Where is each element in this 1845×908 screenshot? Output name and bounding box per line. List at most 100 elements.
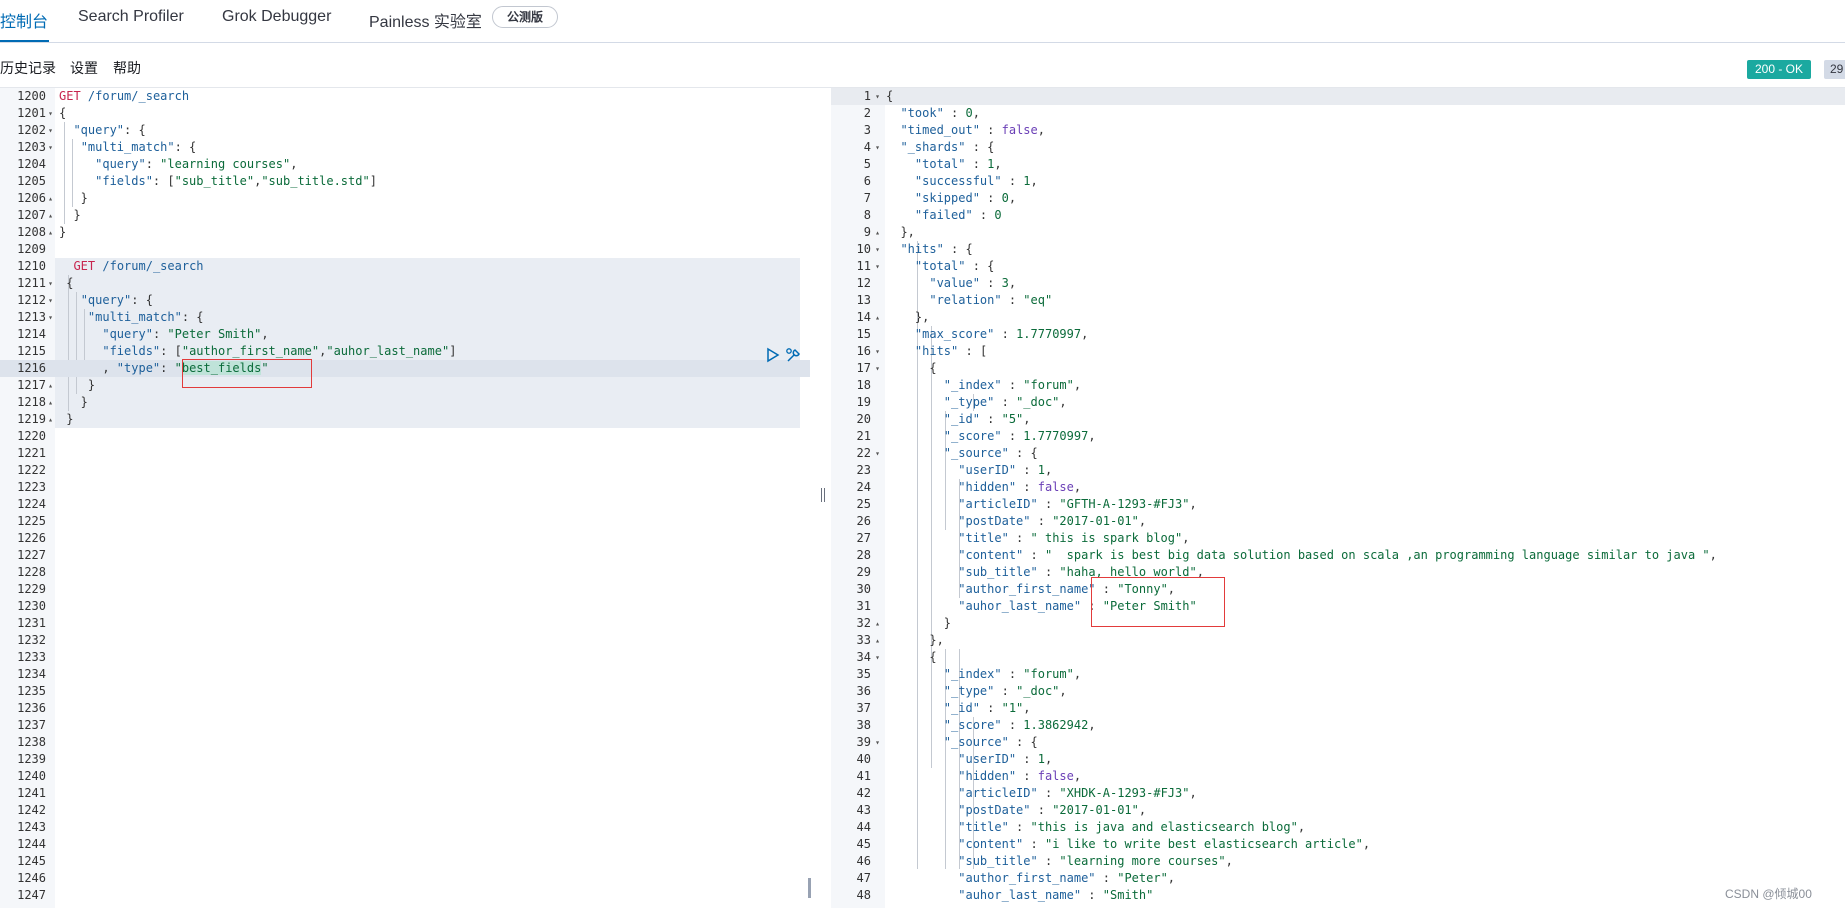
code-line[interactable]: 43 "postDate" : "2017-01-01", <box>831 802 1845 819</box>
fold-toggle-icon[interactable]: ▴ <box>46 224 55 241</box>
code-line[interactable]: 1206 ▴ } <box>0 190 810 207</box>
response-editor[interactable]: 1 ▾{2 "took" : 0, 3 "timed_out" : false, 4 ▾… <box>831 88 1845 908</box>
code-line[interactable]: 1234 <box>0 666 810 683</box>
code-line[interactable]: 1210 GET /forum/_search <box>0 258 810 275</box>
code-line[interactable]: 23 "userID" : 1, <box>831 462 1845 479</box>
code-line[interactable]: 1230 <box>0 598 810 615</box>
fold-toggle-icon[interactable]: ▾ <box>46 292 55 309</box>
code-line[interactable]: 26 "postDate" : "2017-01-01", <box>831 513 1845 530</box>
code-line[interactable]: 1223 <box>0 479 810 496</box>
code-line[interactable]: 37 "_id" : "1", <box>831 700 1845 717</box>
code-line[interactable]: 45 "content" : "i like to write best ela… <box>831 836 1845 853</box>
code-line[interactable]: 1203 ▾ "multi_match": { <box>0 139 810 156</box>
code-line[interactable]: 14 ▴ }, <box>831 309 1845 326</box>
code-line[interactable]: 1208 ▴} <box>0 224 810 241</box>
code-line[interactable]: 24 "hidden" : false, <box>831 479 1845 496</box>
help-link[interactable]: 帮助 <box>113 58 141 78</box>
code-line[interactable]: 1215 "fields": ["author_first_name","auh… <box>0 343 810 360</box>
code-line[interactable]: 1207 ▴ } <box>0 207 810 224</box>
code-line[interactable]: 1239 <box>0 751 810 768</box>
code-line[interactable]: 17 ▾ { <box>831 360 1845 377</box>
code-line[interactable]: 11 ▾ "total" : { <box>831 258 1845 275</box>
wrench-icon[interactable] <box>785 347 802 367</box>
fold-toggle-icon[interactable]: ▾ <box>46 105 55 122</box>
tab-console[interactable]: 控制台 <box>0 8 48 32</box>
code-line[interactable]: 48 "auhor_last_name" : "Smith" <box>831 887 1845 904</box>
tab-grok-debugger[interactable]: Grok Debugger <box>222 8 331 26</box>
code-line[interactable]: 1213 ▾ "multi_match": { <box>0 309 810 326</box>
code-line[interactable]: 1245 <box>0 853 810 870</box>
fold-toggle-icon[interactable]: ▴ <box>46 411 55 428</box>
code-line[interactable]: 1222 <box>0 462 810 479</box>
fold-toggle-icon[interactable]: ▾ <box>873 139 882 156</box>
panel-resizer[interactable] <box>820 488 828 506</box>
code-line[interactable]: 1200 GET /forum/_search <box>0 88 810 105</box>
tab-search-profiler[interactable]: Search Profiler <box>78 8 184 26</box>
code-line[interactable]: 2 "took" : 0, <box>831 105 1845 122</box>
code-line[interactable]: 42 "articleID" : "XHDK-A-1293-#FJ3", <box>831 785 1845 802</box>
code-line[interactable]: 1237 <box>0 717 810 734</box>
code-line[interactable]: 31 "auhor_last_name" : "Peter Smith" <box>831 598 1845 615</box>
fold-toggle-icon[interactable]: ▾ <box>46 309 55 326</box>
code-line[interactable]: 35 "_index" : "forum", <box>831 666 1845 683</box>
history-link[interactable]: 历史记录 <box>0 58 56 78</box>
code-line[interactable]: 1221 <box>0 445 810 462</box>
code-line[interactable]: 1231 <box>0 615 810 632</box>
code-line[interactable]: 25 "articleID" : "GFTH-A-1293-#FJ3", <box>831 496 1845 513</box>
fold-toggle-icon[interactable]: ▾ <box>46 122 55 139</box>
code-line[interactable]: 32 ▴ } <box>831 615 1845 632</box>
fold-toggle-icon[interactable]: ▾ <box>873 241 882 258</box>
code-line[interactable]: 7 "skipped" : 0, <box>831 190 1845 207</box>
code-line[interactable]: 1217 ▴ } <box>0 377 810 394</box>
code-line[interactable]: 9 ▴ }, <box>831 224 1845 241</box>
code-line[interactable]: 15 "max_score" : 1.7770997, <box>831 326 1845 343</box>
play-icon[interactable] <box>766 347 780 366</box>
code-line[interactable]: 22 ▾ "_source" : { <box>831 445 1845 462</box>
code-line[interactable]: 1219 ▴ } <box>0 411 810 428</box>
code-line[interactable]: 39 ▾ "_source" : { <box>831 734 1845 751</box>
code-line[interactable]: 1235 <box>0 683 810 700</box>
fold-toggle-icon[interactable]: ▴ <box>873 615 882 632</box>
code-line[interactable]: 33 ▴ }, <box>831 632 1845 649</box>
code-line[interactable]: 1233 <box>0 649 810 666</box>
code-line[interactable]: 29 "sub_title" : "haha, hello world", <box>831 564 1845 581</box>
code-line[interactable]: 40 "userID" : 1, <box>831 751 1845 768</box>
fold-toggle-icon[interactable]: ▾ <box>873 258 882 275</box>
code-line[interactable]: 19 "_type" : "_doc", <box>831 394 1845 411</box>
code-line[interactable]: 18 "_index" : "forum", <box>831 377 1845 394</box>
code-line[interactable]: 1224 <box>0 496 810 513</box>
code-line[interactable]: 1216 , "type": "best_fields" <box>0 360 810 377</box>
code-line[interactable]: 36 "_type" : "_doc", <box>831 683 1845 700</box>
request-editor[interactable]: 1200 GET /forum/_search 1201 ▾{1202 ▾ "query… <box>0 88 810 908</box>
code-line[interactable]: 1212 ▾ "query": { <box>0 292 810 309</box>
code-line[interactable]: 1240 <box>0 768 810 785</box>
code-line[interactable]: 1244 <box>0 836 810 853</box>
code-line[interactable]: 20 "_id" : "5", <box>831 411 1845 428</box>
code-line[interactable]: 4 ▾ "_shards" : { <box>831 139 1845 156</box>
code-line[interactable]: 27 "title" : " this is spark blog", <box>831 530 1845 547</box>
code-line[interactable]: 8 "failed" : 0 <box>831 207 1845 224</box>
code-line[interactable]: 1 ▾ { <box>831 88 1845 105</box>
code-line[interactable]: 1242 <box>0 802 810 819</box>
code-line[interactable]: 1228 <box>0 564 810 581</box>
fold-toggle-icon[interactable]: ▴ <box>46 207 55 224</box>
code-line[interactable]: 28 "content" : " spark is best big data … <box>831 547 1845 564</box>
code-line[interactable]: 30 "author_first_name" : "Tonny", <box>831 581 1845 598</box>
code-line[interactable]: 44 "title" : "this is java and elasticse… <box>831 819 1845 836</box>
code-line[interactable]: 1214 "query": "Peter Smith", <box>0 326 810 343</box>
fold-toggle-icon[interactable]: ▾ <box>873 343 882 360</box>
code-line[interactable]: 1209 <box>0 241 810 258</box>
code-line[interactable]: 1226 <box>0 530 810 547</box>
code-line[interactable]: 41 "hidden" : false, <box>831 768 1845 785</box>
code-line[interactable]: 34 ▾ { <box>831 649 1845 666</box>
code-line[interactable]: 12 "value" : 3, <box>831 275 1845 292</box>
code-line[interactable]: 1201 ▾ { <box>0 105 810 122</box>
fold-toggle-icon[interactable]: ▾ <box>873 734 882 751</box>
code-line[interactable]: 1236 <box>0 700 810 717</box>
code-line[interactable]: 21 "_score" : 1.7770997, <box>831 428 1845 445</box>
fold-toggle-icon[interactable]: ▴ <box>46 394 55 411</box>
request-scrollbar[interactable] <box>808 878 811 898</box>
fold-toggle-icon[interactable]: ▾ <box>873 360 882 377</box>
fold-toggle-icon[interactable]: ▴ <box>46 190 55 207</box>
code-line[interactable]: 1218 ▴ } <box>0 394 810 411</box>
